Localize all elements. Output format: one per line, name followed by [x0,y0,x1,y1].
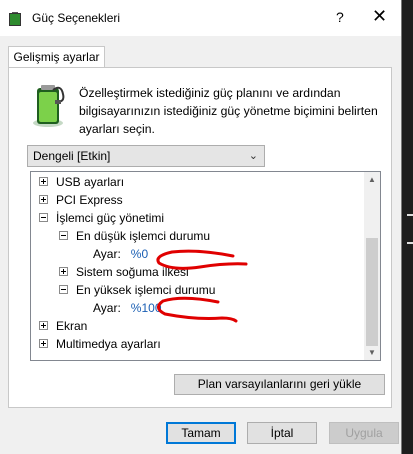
plus-icon[interactable] [39,177,48,187]
tree-item-processor-power[interactable]: İşlemci güç yönetimi [39,209,164,227]
restore-defaults-button[interactable]: Plan varsayılanlarını geri yükle [174,374,385,395]
tree-item-label: En yüksek işlemci durumu [76,283,216,297]
minus-icon[interactable] [59,231,68,241]
tree-item-label: İşlemci güç yönetimi [56,211,165,225]
min-state-value-link[interactable]: %0 [131,247,148,261]
cancel-button[interactable]: İptal [247,422,317,444]
power-options-dialog: Güç Seçenekleri ? ✕ Gelişmiş ayarlar Öze… [0,0,402,454]
tree-item-min-processor-state[interactable]: En düşük işlemci durumu [59,227,210,245]
max-state-value-link[interactable]: %100 [131,301,162,315]
tree-item-max-processor-state[interactable]: En yüksek işlemci durumu [59,281,215,299]
tree-item-usb[interactable]: USB ayarları [39,173,124,191]
plus-icon[interactable] [39,195,48,205]
scrollbar-thumb[interactable] [366,238,378,346]
minus-icon[interactable] [39,213,48,223]
min-state-setting: Ayar: %0 [93,245,148,263]
tree-item-multimedia[interactable]: Multimedya ayarları [39,335,161,353]
window-title: Güç Seçenekleri [32,11,121,25]
scroll-up-icon[interactable]: ▲ [368,175,376,184]
tree-item-label: Ekran [56,319,88,333]
battery-charge-icon [33,85,65,127]
tree-item-label: PCI Express [56,193,123,207]
tree-item-label: USB ayarları [56,175,125,189]
setting-label: Ayar: [93,247,121,261]
plus-icon[interactable] [39,339,48,349]
power-plan-select[interactable]: Dengeli [Etkin] ⌄ [27,145,265,167]
minus-icon[interactable] [59,285,68,295]
scroll-down-icon[interactable]: ▼ [368,348,376,357]
setting-label: Ayar: [93,301,121,315]
apply-button: Uygula [329,422,399,444]
tree-scrollbar[interactable]: ▲ ▼ [364,172,380,360]
plus-icon[interactable] [59,267,68,277]
chevron-down-icon: ⌄ [248,150,258,162]
description-text: Özelleştirmek istediğiniz güç planını ve… [79,86,378,136]
tree-item-display[interactable]: Ekran [39,317,87,335]
title-bar: Güç Seçenekleri ? ✕ [0,0,401,36]
background-mark [407,242,413,244]
background-mark [407,214,413,216]
background-window [402,0,413,454]
tree-item-pci-express[interactable]: PCI Express [39,191,123,209]
tree-item-system-cooling[interactable]: Sistem soğuma ilkesi [59,263,189,281]
help-button[interactable]: ? [336,9,344,25]
plus-icon[interactable] [39,321,48,331]
tree-item-label: Multimedya ayarları [56,337,161,351]
tree-item-label: En düşük işlemci durumu [76,229,211,243]
close-button[interactable]: ✕ [372,6,387,27]
power-plan-value: Dengeli [Etkin] [33,149,111,163]
ok-button[interactable]: Tamam [166,422,236,444]
tab-advanced-settings[interactable]: Gelişmiş ayarlar [8,46,105,68]
max-state-setting: Ayar: %100 [93,299,162,317]
tree-item-label: Sistem soğuma ilkesi [76,265,189,279]
battery-icon [9,12,21,26]
settings-tree[interactable]: USB ayarları PCI Express İşlemci güç yön… [30,171,381,361]
